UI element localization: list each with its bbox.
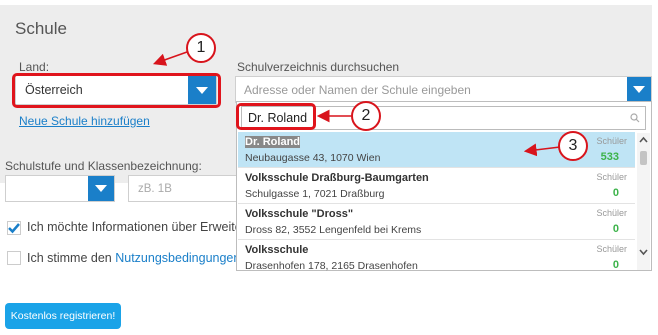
annotation-marker-2: 2 (351, 101, 381, 131)
annotation-marker-1: 1 (186, 33, 216, 63)
annotation-arrow-3 (523, 143, 561, 157)
annotation-marker-3: 3 (558, 131, 588, 161)
annotation-arrow-1 (152, 51, 188, 66)
annotation-arrows (152, 51, 561, 157)
